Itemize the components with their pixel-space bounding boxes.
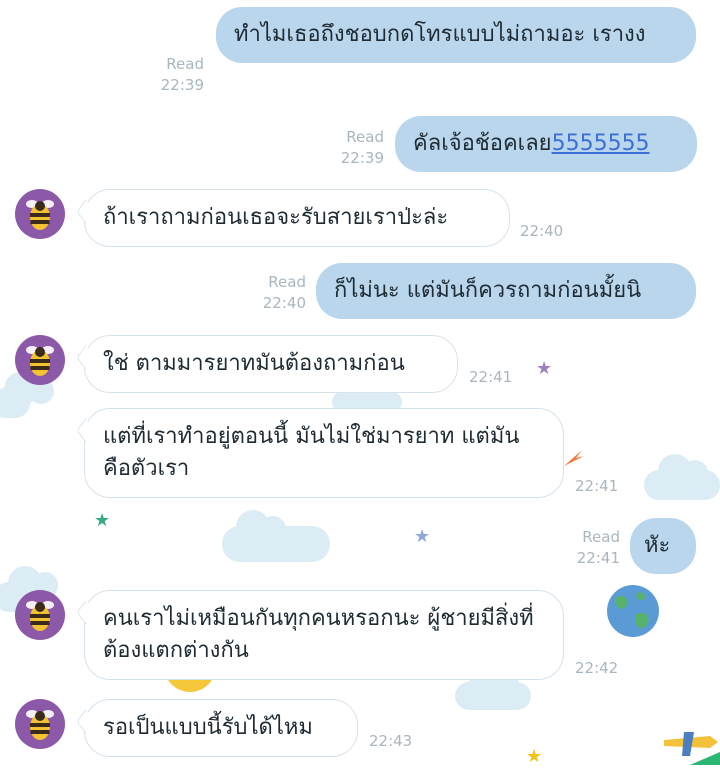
read-receipt: Read 22:39 xyxy=(340,128,384,167)
planet-icon xyxy=(606,584,660,638)
message-time: 22:40 xyxy=(520,222,564,240)
message-bubble[interactable]: รอเป็นแบบนี้รับได้ไหม xyxy=(84,699,358,757)
read-receipt: Read 22:39 xyxy=(160,55,204,94)
cloud-decoration xyxy=(0,372,54,418)
cloud-decoration xyxy=(644,454,720,500)
message-bubble[interactable]: หัะ xyxy=(630,518,696,574)
cloud-decoration xyxy=(222,510,330,562)
rocket-icon xyxy=(562,448,584,468)
message-bubble[interactable]: คนเราไม่เหมือนกันทุกคนหรอกนะ ผู้ชายมีสิ่… xyxy=(84,590,564,680)
message-link[interactable]: 5555555 xyxy=(552,131,650,156)
read-receipt: Read 22:41 xyxy=(576,528,620,567)
message-text: คัลเจ้อช้อคเลย xyxy=(413,131,552,156)
star-icon: ★ xyxy=(526,746,543,767)
star-icon: ★ xyxy=(536,358,553,379)
message-bubble[interactable]: แต่ที่เราทำอยู่ตอนนี้ มันไม่ใช่มารยาท แต… xyxy=(84,408,564,498)
message-bubble[interactable]: ใช่ ตามมารยาทมันต้องถามก่อน xyxy=(84,335,458,393)
message-time: 22:42 xyxy=(575,659,619,677)
read-receipt: Read 22:40 xyxy=(262,273,306,312)
star-icon: ★ xyxy=(94,510,111,531)
bee-avatar-icon[interactable] xyxy=(15,189,65,239)
message-time: 22:43 xyxy=(369,732,413,750)
message-bubble[interactable]: ถ้าเราถามก่อนเธอจะรับสายเราป่ะล่ะ xyxy=(84,189,510,247)
message-bubble[interactable]: ก็ไม่นะ แต่มันก็ควรถามก่อนมั้ยนิ xyxy=(316,263,696,319)
cloud-decoration xyxy=(455,666,531,710)
bee-avatar-icon[interactable] xyxy=(15,335,65,385)
message-bubble[interactable]: ทำไมเธอถึงชอบกดโทรแบบไม่ถามอะ เรางง xyxy=(216,7,696,63)
bee-avatar-icon[interactable] xyxy=(15,590,65,640)
bee-avatar-icon[interactable] xyxy=(15,699,65,749)
message-bubble[interactable]: คัลเจ้อช้อคเลย5555555 xyxy=(395,116,697,172)
star-icon: ★ xyxy=(414,526,431,547)
message-time: 22:41 xyxy=(575,477,619,495)
message-time: 22:41 xyxy=(469,368,513,386)
airplane-icon xyxy=(660,722,720,765)
